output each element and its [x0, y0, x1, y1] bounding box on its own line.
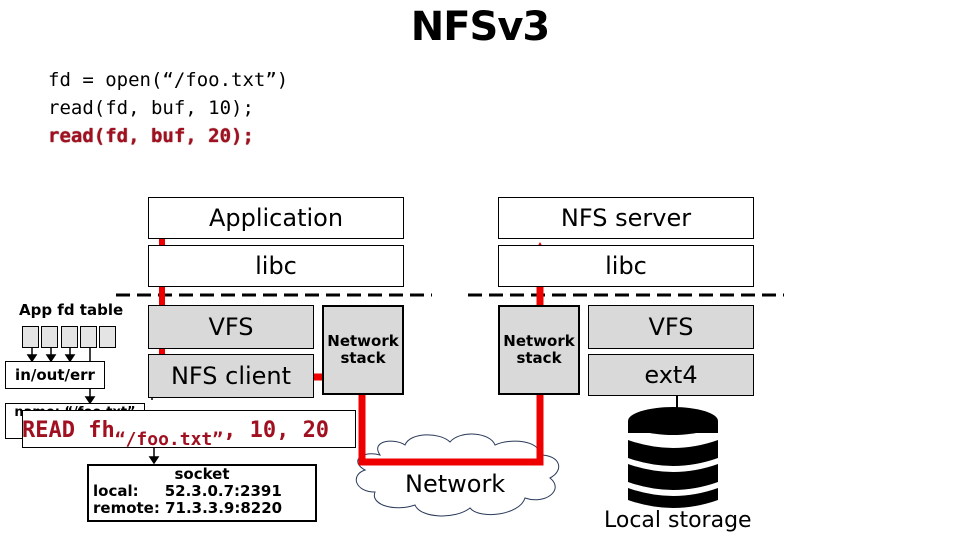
fd-table-cell	[99, 326, 116, 348]
fd-table-cell	[22, 326, 39, 348]
read-request-text: READ fh“/foo.txt”, 10, 20	[22, 418, 330, 450]
socket-remote-value: 71.3.3.9:8220	[165, 499, 283, 517]
local-storage-icon	[628, 407, 718, 508]
socket-label: socket	[174, 465, 230, 483]
client-application-layer: Application	[148, 197, 404, 239]
server-network-stack: Network stack	[498, 305, 580, 395]
nfs-server-layer: NFS server	[498, 197, 754, 239]
fd-table-cell	[41, 326, 58, 348]
socket-box: socket local: 52.3.0.7:2391 remote: 71.3…	[87, 464, 317, 522]
client-network-stack: Network stack	[322, 305, 404, 395]
diagram-graphics	[26, 232, 784, 517]
fd-table-label: App fd table	[19, 301, 124, 319]
read-request-handle: “/foo.txt”	[114, 429, 224, 450]
socket-remote-label: remote:	[93, 499, 160, 517]
local-storage-label: Local storage	[604, 508, 752, 533]
stdio-entry: in/out/err	[5, 361, 105, 389]
socket-local-label: local:	[93, 482, 139, 500]
read-request-args: , 10, 20	[223, 418, 330, 443]
fd-table-cell	[61, 326, 78, 348]
client-libc-layer: libc	[148, 245, 404, 287]
client-vfs-layer: VFS	[148, 305, 314, 349]
server-libc-layer: libc	[498, 245, 754, 287]
server-vfs-layer: VFS	[588, 305, 754, 349]
nfs-client-layer: NFS client	[148, 354, 314, 398]
network-label: Network	[405, 470, 506, 498]
fd-table-cell	[80, 326, 97, 348]
read-request-prefix: READ fh	[22, 418, 115, 443]
socket-local-value: 52.3.0.7:2391	[164, 482, 282, 500]
ext4-layer: ext4	[588, 354, 754, 396]
